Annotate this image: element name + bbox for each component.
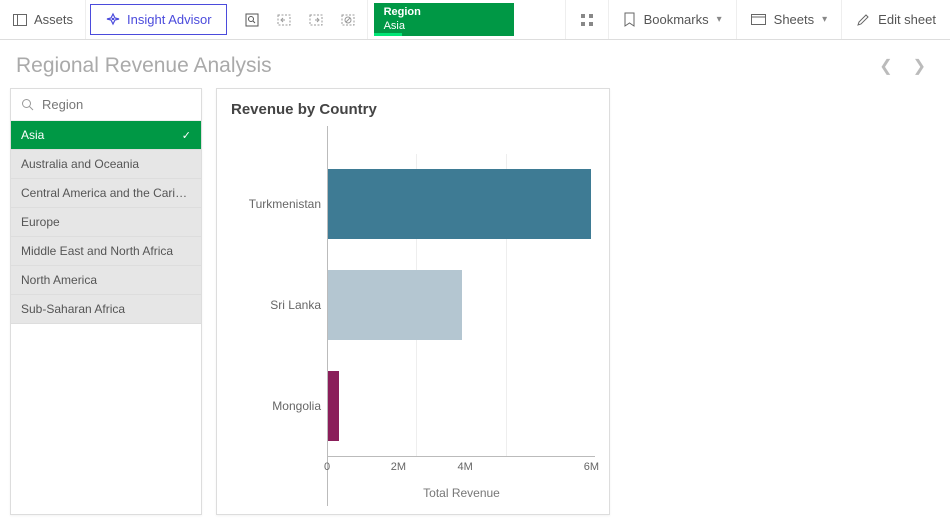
assets-button[interactable]: Assets <box>0 0 86 39</box>
smart-search-icon[interactable] <box>243 11 261 29</box>
filter-item-central-america[interactable]: Central America and the Cari… <box>11 179 201 208</box>
filter-item-north-america[interactable]: North America <box>11 266 201 295</box>
page-title: Regional Revenue Analysis <box>16 54 272 78</box>
list-item-label: Europe <box>21 215 60 229</box>
filter-item-australia[interactable]: Australia and Oceania <box>11 150 201 179</box>
sheets-label: Sheets <box>774 12 814 27</box>
sheets-button[interactable]: Sheets ▾ <box>736 0 842 39</box>
y-tick: Sri Lanka <box>231 298 321 312</box>
insight-icon <box>105 12 121 28</box>
edit-label: Edit sheet <box>878 12 936 27</box>
chevron-down-icon: ▾ <box>717 14 722 25</box>
x-tick: 0 <box>324 461 330 473</box>
prev-sheet-button[interactable]: ❮ <box>879 56 892 76</box>
filter-item-europe[interactable]: Europe <box>11 208 201 237</box>
list-item-label: Middle East and North Africa <box>21 244 173 258</box>
x-axis: 0 2M 4M 6M <box>328 456 595 476</box>
next-sheet-button[interactable]: ❯ <box>913 56 926 76</box>
toolbar: Assets Insight Advisor Region Asia Book <box>0 0 950 40</box>
pencil-icon <box>856 13 870 27</box>
main: Region Asia ✓ Australia and Oceania Cent… <box>0 88 950 525</box>
bar[interactable] <box>328 169 591 239</box>
bar-row <box>328 169 595 239</box>
selection-chip-region[interactable]: Region Asia <box>374 3 514 36</box>
list-item-label: Asia <box>21 128 44 142</box>
title-row: Regional Revenue Analysis ❮ ❯ <box>0 40 950 88</box>
bookmarks-button[interactable]: Bookmarks ▾ <box>608 0 736 39</box>
y-tick: Turkmenistan <box>231 197 321 211</box>
y-axis-labels: Turkmenistan Sri Lanka Mongolia <box>231 126 327 506</box>
bookmarks-label: Bookmarks <box>644 12 709 27</box>
assets-label: Assets <box>34 12 73 27</box>
step-back-icon[interactable] <box>275 11 293 29</box>
list-item-label: Sub-Saharan Africa <box>21 302 125 316</box>
chart-panel: Revenue by Country Turkmenistan Sri Lank… <box>216 88 610 515</box>
x-axis-label: Total Revenue <box>328 486 595 500</box>
list-item-label: Central America and the Cari… <box>21 186 187 200</box>
filter-item-mena[interactable]: Middle East and North Africa <box>11 237 201 266</box>
search-icon <box>21 98 34 111</box>
bar[interactable] <box>328 371 339 441</box>
sheet-nav: ❮ ❯ <box>879 56 934 76</box>
chip-value: Asia <box>384 20 504 33</box>
chip-field: Region <box>384 6 504 19</box>
x-tick: 6M <box>584 461 599 473</box>
edit-sheet-button[interactable]: Edit sheet <box>841 0 950 39</box>
check-icon: ✓ <box>182 129 191 142</box>
list-item-label: Australia and Oceania <box>21 157 139 171</box>
grid-view-icon[interactable] <box>565 0 608 39</box>
filter-item-asia[interactable]: Asia ✓ <box>11 121 201 150</box>
chip-progress <box>374 33 402 36</box>
filter-pane-region: Region Asia ✓ Australia and Oceania Cent… <box>10 88 202 515</box>
chart-area[interactable]: Turkmenistan Sri Lanka Mongolia 0 2M 4M … <box>231 126 595 506</box>
sheets-icon <box>751 13 766 26</box>
x-tick: 4M <box>458 461 473 473</box>
bookmark-icon <box>623 12 636 27</box>
panel-icon <box>12 12 28 28</box>
filter-list: Asia ✓ Australia and Oceania Central Ame… <box>11 121 201 324</box>
bars <box>328 154 595 456</box>
clear-selections-icon[interactable] <box>339 11 357 29</box>
y-tick: Mongolia <box>231 399 321 413</box>
bar[interactable] <box>328 270 462 340</box>
insight-label: Insight Advisor <box>127 12 212 27</box>
plot-area: 0 2M 4M 6M Total Revenue <box>327 126 595 506</box>
selection-tools <box>233 0 368 39</box>
filter-header[interactable]: Region <box>11 89 201 121</box>
x-tick: 2M <box>391 461 406 473</box>
insight-advisor-button[interactable]: Insight Advisor <box>90 4 227 35</box>
filter-item-ssa[interactable]: Sub-Saharan Africa <box>11 295 201 324</box>
chevron-down-icon: ▾ <box>822 14 827 25</box>
chart-title: Revenue by Country <box>231 101 595 118</box>
step-forward-icon[interactable] <box>307 11 325 29</box>
bar-row <box>328 270 595 340</box>
list-item-label: North America <box>21 273 97 287</box>
filter-field-label: Region <box>42 97 83 112</box>
bar-row <box>328 371 595 441</box>
